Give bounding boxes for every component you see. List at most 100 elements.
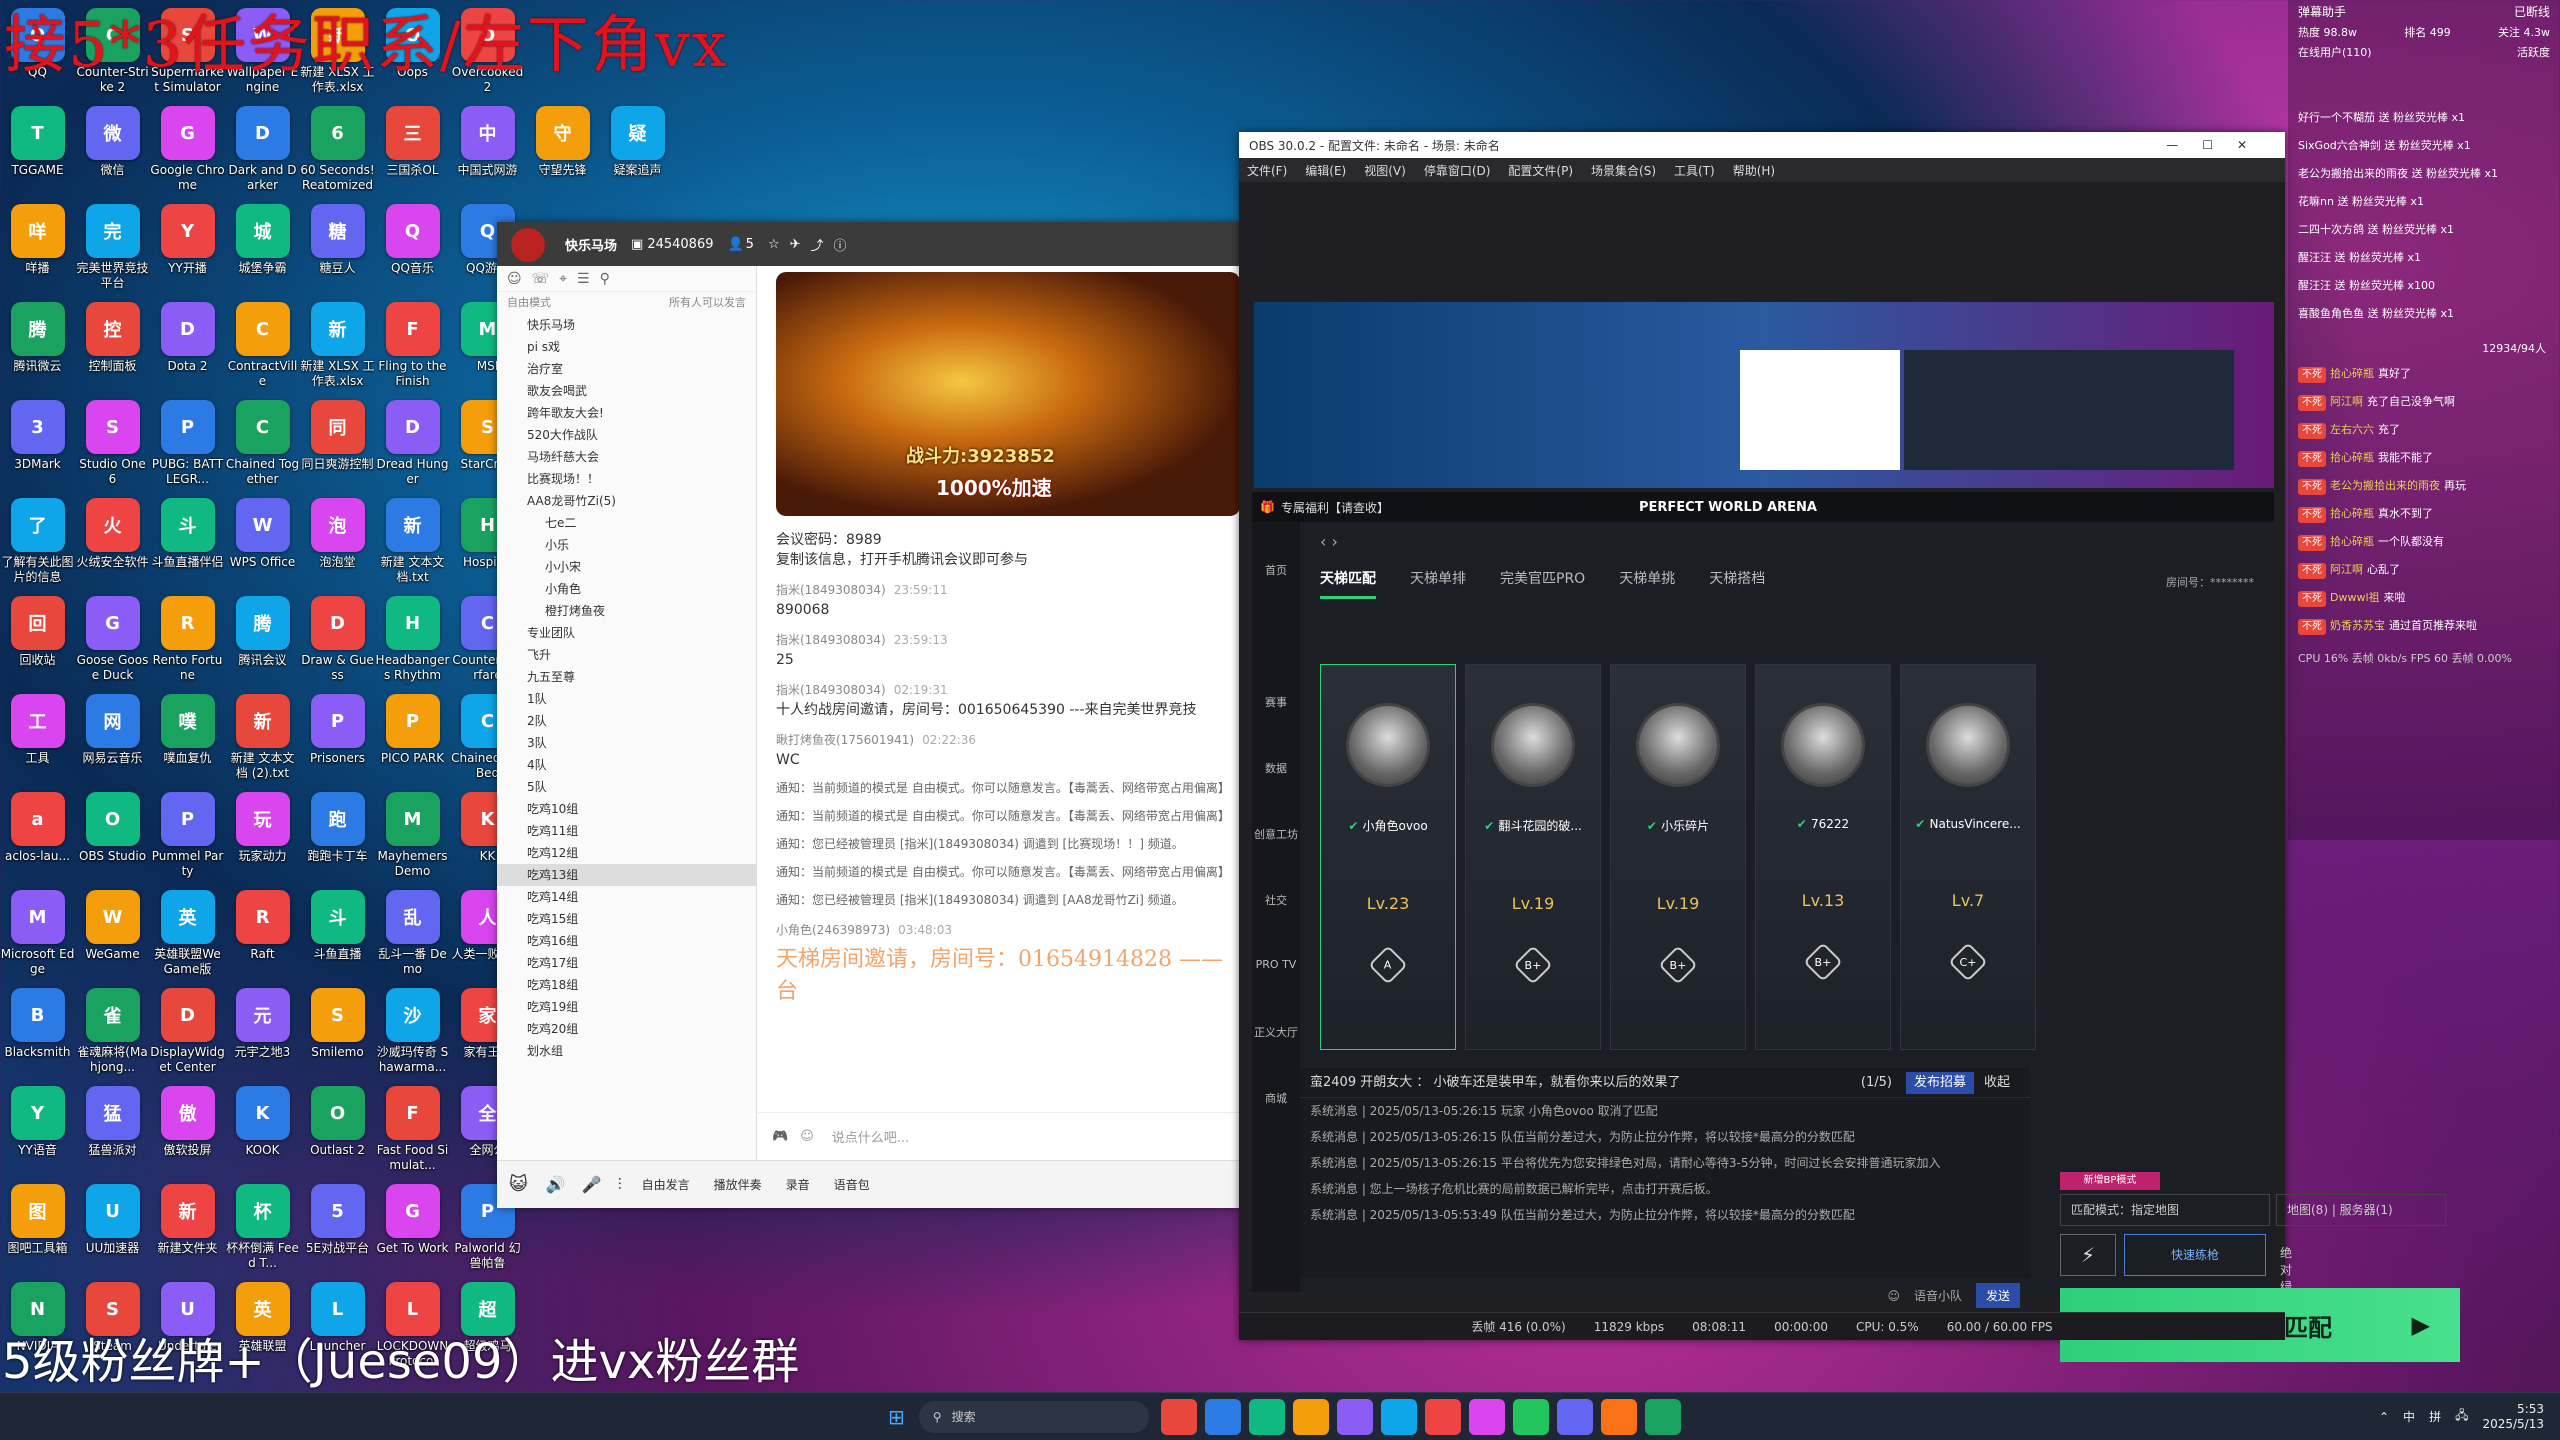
free-speech-button[interactable]: 自由发言	[642, 1176, 690, 1193]
nav-item[interactable]: 数据	[1252, 720, 1300, 786]
desktop-icon[interactable]: Y YY开播	[150, 200, 225, 298]
desktop-icon[interactable]: 工工具	[0, 690, 75, 788]
member-item[interactable]: 小小宋	[497, 556, 756, 578]
desktop-icon[interactable]: W WeGame	[75, 886, 150, 984]
desktop-icon[interactable]: P Pummel Party	[150, 788, 225, 886]
desktop-icon[interactable]: S Smilemo	[300, 984, 375, 1082]
ime-mode[interactable]: 拼	[2429, 1408, 2441, 1425]
player-card[interactable]: ✔ 76222 Lv.13 B+	[1755, 664, 1891, 1050]
desktop-icon[interactable]: 玩玩家动力	[225, 788, 300, 886]
player-card[interactable]: ✔ 翻斗花园的破... Lv.19 B+	[1465, 664, 1601, 1050]
channel-item[interactable]: 快乐马场	[497, 314, 756, 336]
menu-item[interactable]: 文件(F)	[1247, 162, 1287, 179]
taskbar-app-icon[interactable]	[1512, 1398, 1549, 1435]
channel-item[interactable]: AA8龙哥竹Zi(5)	[497, 490, 756, 512]
desktop-icon[interactable]: 新新建 XLSX 工作表.xlsx	[300, 298, 375, 396]
menu-item[interactable]: 视图(V)	[1364, 162, 1406, 179]
share-icon[interactable]: ⤴	[811, 235, 824, 254]
channel-item[interactable]: 吃鸡15组	[497, 908, 756, 930]
desktop-icon[interactable]: D Dota 2	[150, 298, 225, 396]
send-button[interactable]: 发送	[1975, 1283, 2020, 1308]
desktop-icon[interactable]: G Goose Goose Duck	[75, 592, 150, 690]
desktop-icon[interactable]: T TGGAME	[0, 102, 75, 200]
desktop-icon[interactable]: W WPS Office	[225, 494, 300, 592]
nav-item[interactable]	[1252, 588, 1300, 654]
mic-icon[interactable]: 🎤	[582, 1175, 602, 1194]
channel-item[interactable]: 跨年歌友大会!	[497, 402, 756, 424]
channel-item[interactable]: 吃鸡16组	[497, 930, 756, 952]
channel-item[interactable]: 520大作战队	[497, 424, 756, 446]
map-select[interactable]: 地图(8) | 服务器(1)	[2276, 1194, 2446, 1226]
desktop-icon[interactable]: 噗噗血复仇	[150, 690, 225, 788]
channel-item[interactable]: 吃鸡11组	[497, 820, 756, 842]
desktop-icon[interactable]: 3 3DMark	[0, 396, 75, 494]
recruit-button[interactable]: 发布招募	[1905, 1072, 1974, 1094]
desktop-icon[interactable]: B Blacksmith	[0, 984, 75, 1082]
member-item[interactable]: 橙打烤鱼夜	[497, 600, 756, 622]
desktop-icon[interactable]: 网网易云音乐	[75, 690, 150, 788]
desktop-icon[interactable]: 新新建 文本文档 (2).txt	[225, 690, 300, 788]
tab-item[interactable]: 天梯搭档	[1709, 568, 1765, 599]
channel-item[interactable]: 1队	[497, 688, 756, 710]
channel-item[interactable]: 比赛现场！！	[497, 468, 756, 490]
tab-item[interactable]: 天梯单排	[1410, 568, 1466, 599]
channel-item[interactable]: 吃鸡20组	[497, 1018, 756, 1040]
game-banner[interactable]: 战斗力:3923852 1000%加速	[776, 272, 1240, 516]
channel-item[interactable]: 2队	[497, 710, 756, 732]
channel-item[interactable]: 吃鸡13组	[497, 864, 756, 886]
taskbar-app-icon[interactable]	[1556, 1398, 1593, 1435]
desktop-icon[interactable]: M Microsoft Edge	[0, 886, 75, 984]
voice-team-button[interactable]: 语音小队	[1914, 1287, 1962, 1304]
desktop-icon[interactable]: 图图吧工具箱	[0, 1180, 75, 1278]
perfect-world-app[interactable]: 🎁 专属福利【请查收】 PERFECT WORLD ARENA 首页 赛事 数据 创意…	[1252, 492, 2460, 1362]
menu-item[interactable]: 编辑(E)	[1305, 162, 1346, 179]
desktop-icon[interactable]: 守守望先锋	[525, 102, 600, 200]
player-card[interactable]: ✔ 小乐碎片 Lv.19 B+	[1610, 664, 1746, 1050]
clock-time[interactable]: 5:53	[2482, 1402, 2544, 1417]
start-icon[interactable]: ⊞	[888, 1405, 905, 1429]
channel-item[interactable]: 九五至尊	[497, 666, 756, 688]
collapse-button[interactable]: 收起	[1984, 1068, 2010, 1097]
quick-practice-button[interactable]: 快速练枪	[2124, 1234, 2266, 1276]
nav-item[interactable]: 创意工坊	[1252, 786, 1300, 852]
nav-item[interactable]: 赛事	[1252, 654, 1300, 720]
desktop-icon[interactable]: D Dark and Darker	[225, 102, 300, 200]
desktop-icon[interactable]: G Google Chrome	[150, 102, 225, 200]
desktop-icon[interactable]: F Fling to the Finish	[375, 298, 450, 396]
search-box[interactable]: ⚲ 搜索	[918, 1400, 1149, 1433]
menu-item[interactable]: 停靠窗口(D)	[1424, 162, 1491, 179]
taskbar-app-icon[interactable]	[1204, 1398, 1241, 1435]
nav-item[interactable]: 正义大厅	[1252, 984, 1300, 1050]
gamepad-icon[interactable]: 🎮	[772, 1129, 788, 1144]
desktop-icon[interactable]: 6 60 Seconds! Reatomized	[300, 102, 375, 200]
taskbar-app-icon[interactable]	[1160, 1398, 1197, 1435]
desktop-icon[interactable]: 泡泡泡堂	[300, 494, 375, 592]
desktop-icon[interactable]: D Draw & Guess	[300, 592, 375, 690]
chat-icon[interactable]: ☏	[532, 271, 550, 287]
yy-window[interactable]: 快乐马场 ▣ 24540869 👤 5 ☆ ✈ ⤴ ⓘ ☺ ☏ ⌖ ☰ ⚲ 自由模式 所…	[497, 222, 1240, 1208]
desktop-icon[interactable]: 斗斗鱼直播	[300, 886, 375, 984]
desktop-icon[interactable]: 腾腾讯会议	[225, 592, 300, 690]
desktop-icon[interactable]: U UU加速器	[75, 1180, 150, 1278]
desktop-icon[interactable]: S Studio One 6	[75, 396, 150, 494]
channel-item[interactable]: 吃鸡17组	[497, 952, 756, 974]
menu-item[interactable]: 场景集合(S)	[1591, 162, 1656, 179]
desktop-icon[interactable]: 了了解有关此图片的信息	[0, 494, 75, 592]
search-icon[interactable]: ⚲	[600, 271, 610, 287]
desktop-icon[interactable]: a aclos-lau...	[0, 788, 75, 886]
desktop-icon[interactable]: Q QQ音乐	[375, 200, 450, 298]
desktop-icon[interactable]: P PICO PARK	[375, 690, 450, 788]
ime-lang[interactable]: 中	[2403, 1408, 2415, 1425]
desktop-icon[interactable]: D DisplayWidget Center	[150, 984, 225, 1082]
taskbar-app-icon[interactable]	[1424, 1398, 1461, 1435]
channel-item[interactable]: 吃鸡14组	[497, 886, 756, 908]
member-item[interactable]: 小角色	[497, 578, 756, 600]
taskbar-app-icon[interactable]	[1336, 1398, 1373, 1435]
desktop-icon[interactable]: 糖糖豆人	[300, 200, 375, 298]
chat-input[interactable]: 说点什么吧...	[832, 1127, 909, 1146]
volume-icon[interactable]: 🔊	[546, 1175, 566, 1194]
desktop-icon[interactable]: R Rento Fortune	[150, 592, 225, 690]
mixer-icon[interactable]: ⫶	[618, 1175, 622, 1195]
taskbar-app-icon[interactable]	[1600, 1398, 1637, 1435]
menu-item[interactable]: 工具(T)	[1674, 162, 1715, 179]
